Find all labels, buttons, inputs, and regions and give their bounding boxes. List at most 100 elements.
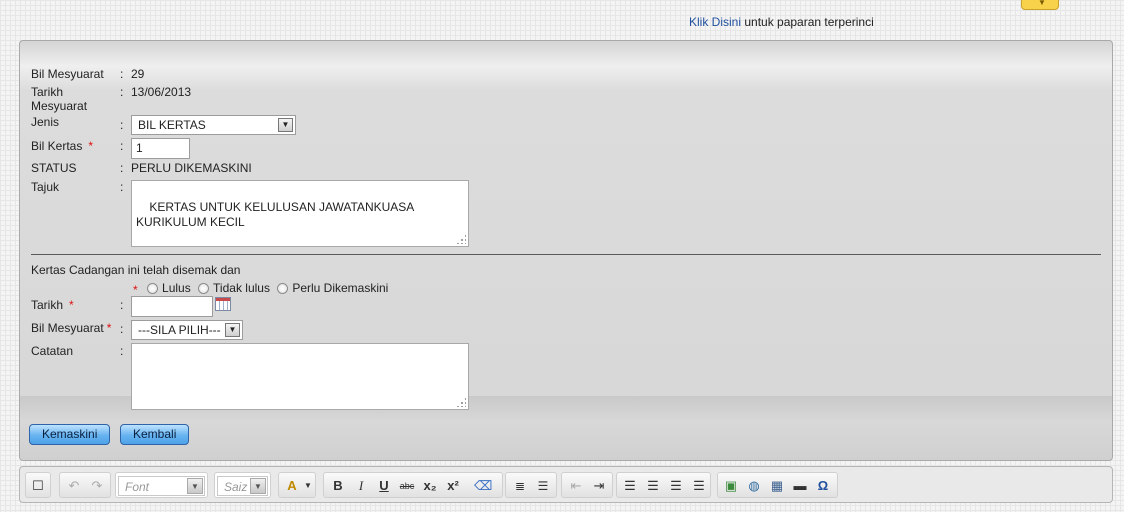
font-combo[interactable]: Font ▼	[118, 476, 205, 496]
notification-tab[interactable]: ▼	[1021, 0, 1059, 10]
numbered-list-icon[interactable]: ≣	[511, 477, 529, 495]
undo-icon[interactable]: ↶	[65, 477, 83, 495]
detail-link-suffix: untuk paparan terperinci	[741, 15, 874, 29]
tajuk-text: KERTAS UNTUK KELULUSAN JAWATANKUASA KURI…	[136, 200, 415, 229]
colon: :	[120, 344, 124, 358]
radio-label-tidak-lulus: Tidak lulus	[213, 281, 270, 295]
required-asterisk: *	[133, 282, 138, 297]
toolbar-group-align: ☰ ☰ ☰ ☰	[616, 472, 711, 498]
radio-tidak-lulus[interactable]: Tidak lulus	[198, 281, 270, 295]
tajuk-textarea[interactable]: KERTAS UNTUK KELULUSAN JAWATANKUASA KURI…	[131, 180, 469, 247]
bold-icon[interactable]: B	[329, 477, 347, 495]
colon: :	[120, 67, 124, 81]
horizontal-rule-icon[interactable]: ▬	[791, 477, 809, 495]
tarikh-input[interactable]	[131, 296, 213, 317]
tajuk-label: Tajuk	[31, 180, 60, 194]
tarikh-label-row: Tarikh *	[31, 298, 74, 312]
colon: :	[120, 118, 124, 132]
superscript-icon[interactable]: x²	[444, 477, 462, 495]
tarikh-mesyuarat-label: Tarikh Mesyuarat	[31, 85, 88, 113]
radio-lulus[interactable]: Lulus	[147, 281, 191, 295]
image-icon[interactable]: ▣	[722, 477, 740, 495]
jenis-selected-value: BIL KERTAS	[138, 118, 206, 132]
toolbar-group-size: Saiz ▼	[214, 472, 271, 498]
bil-kertas-input[interactable]: 1	[131, 138, 190, 159]
toolbar-group-indent: ⇤ ⇥	[561, 472, 613, 498]
radio-circle-icon[interactable]	[147, 282, 159, 294]
review-bil-mesyuarat-select[interactable]: ---SILA PILIH--- ▼	[131, 320, 243, 340]
size-combo[interactable]: Saiz ▼	[217, 476, 268, 496]
jenis-select[interactable]: BIL KERTAS ▼	[131, 115, 296, 135]
indent-icon[interactable]: ⇥	[590, 477, 608, 495]
font-combo-placeholder: Font	[125, 480, 150, 494]
detail-link-row: Klik Disini untuk paparan terperinci	[689, 15, 874, 29]
colon: :	[120, 139, 124, 153]
radio-label-lulus: Lulus	[162, 281, 191, 295]
toolbar-group-basic: B I U abc x₂ x² ⌫	[323, 472, 503, 498]
paper-form-panel: Bil Mesyuarat : 29 Tarikh Mesyuarat : 13…	[19, 40, 1113, 461]
calendar-icon[interactable]	[215, 297, 231, 311]
new-page-icon[interactable]: ☐	[29, 477, 47, 495]
colon: :	[120, 161, 124, 175]
colon: :	[120, 322, 124, 336]
chevron-down-icon[interactable]: ▼	[278, 118, 293, 132]
editor-toolbar: ☐ ↶ ↷ Font ▼ Saiz ▼ A ▼ B I U abc x₂ x² …	[19, 466, 1113, 503]
table-icon[interactable]: ▦	[768, 477, 786, 495]
special-character-icon[interactable]: Ω	[814, 477, 832, 495]
review-bil-mesyuarat-label-row: Bil Mesyuarat *	[31, 321, 111, 335]
chevron-down-icon: ▼	[1038, 0, 1046, 7]
radio-perlu-dikemaskini[interactable]: Perlu Dikemaskini	[277, 281, 388, 295]
status-value: PERLU DIKEMASKINI	[131, 161, 252, 175]
tarikh-label: Tarikh	[31, 298, 64, 312]
colon: :	[120, 85, 124, 99]
radio-circle-icon[interactable]	[198, 282, 210, 294]
jenis-label: Jenis	[31, 115, 60, 129]
subscript-icon[interactable]: x₂	[421, 477, 439, 495]
underline-icon[interactable]: U	[375, 477, 393, 495]
detail-link[interactable]: Klik Disini	[689, 15, 741, 29]
align-justify-icon[interactable]: ☰	[690, 477, 708, 495]
toolbar-group-insert: ▣ ◍ ▦ ▬ Ω	[717, 472, 838, 498]
resize-grip-icon[interactable]	[456, 234, 466, 244]
toolbar-group-color: A ▼	[278, 472, 316, 498]
italic-icon[interactable]: I	[352, 477, 370, 495]
bil-kertas-label-row: Bil Kertas *	[31, 139, 93, 153]
review-bil-mesyuarat-label: Bil Mesyuarat	[31, 321, 104, 335]
resize-grip-icon[interactable]	[456, 397, 466, 407]
align-right-icon[interactable]: ☰	[667, 477, 685, 495]
bil-kertas-label: Bil Kertas	[31, 139, 83, 153]
review-bil-mesyuarat-selected: ---SILA PILIH---	[138, 323, 221, 337]
tarikh-mesyuarat-value: 13/06/2013	[131, 85, 192, 99]
chevron-down-icon[interactable]: ▼	[250, 478, 266, 494]
toolbar-group-history: ↶ ↷	[59, 472, 111, 498]
catatan-textarea[interactable]	[131, 343, 469, 410]
catatan-label: Catatan	[31, 344, 74, 358]
toolbar-group-lists: ≣ ☰	[505, 472, 557, 498]
outdent-icon[interactable]: ⇤	[567, 477, 585, 495]
link-globe-icon[interactable]: ◍	[745, 477, 763, 495]
colon: :	[120, 180, 124, 194]
chevron-down-icon[interactable]: ▼	[187, 478, 203, 494]
required-asterisk: *	[106, 321, 112, 335]
align-left-icon[interactable]: ☰	[621, 477, 639, 495]
required-asterisk: *	[88, 139, 94, 153]
colon: :	[120, 298, 124, 312]
update-button[interactable]: Kemaskini	[29, 424, 111, 445]
redo-icon[interactable]: ↷	[88, 477, 106, 495]
toolbar-group-source: ☐	[25, 472, 51, 498]
section-divider	[31, 254, 1101, 255]
strikethrough-icon[interactable]: abc	[398, 477, 416, 495]
bulleted-list-icon[interactable]: ☰	[534, 477, 552, 495]
decision-radio-group: * Lulus Tidak lulus Perlu Dikemaskini	[133, 281, 392, 297]
chevron-down-icon[interactable]: ▼	[225, 323, 240, 337]
back-button[interactable]: Kembali	[120, 424, 190, 445]
radio-label-perlu-dikemaskini: Perlu Dikemaskini	[292, 281, 389, 295]
chevron-down-icon[interactable]: ▼	[299, 477, 317, 495]
radio-circle-icon[interactable]	[277, 282, 289, 294]
bil-mesyuarat-value: 29	[131, 67, 145, 81]
remove-format-icon[interactable]: ⌫	[474, 477, 492, 495]
align-center-icon[interactable]: ☰	[644, 477, 662, 495]
required-asterisk: *	[69, 298, 74, 312]
review-statement: Kertas Cadangan ini telah disemak dan	[31, 263, 241, 277]
status-label: STATUS	[31, 161, 77, 175]
